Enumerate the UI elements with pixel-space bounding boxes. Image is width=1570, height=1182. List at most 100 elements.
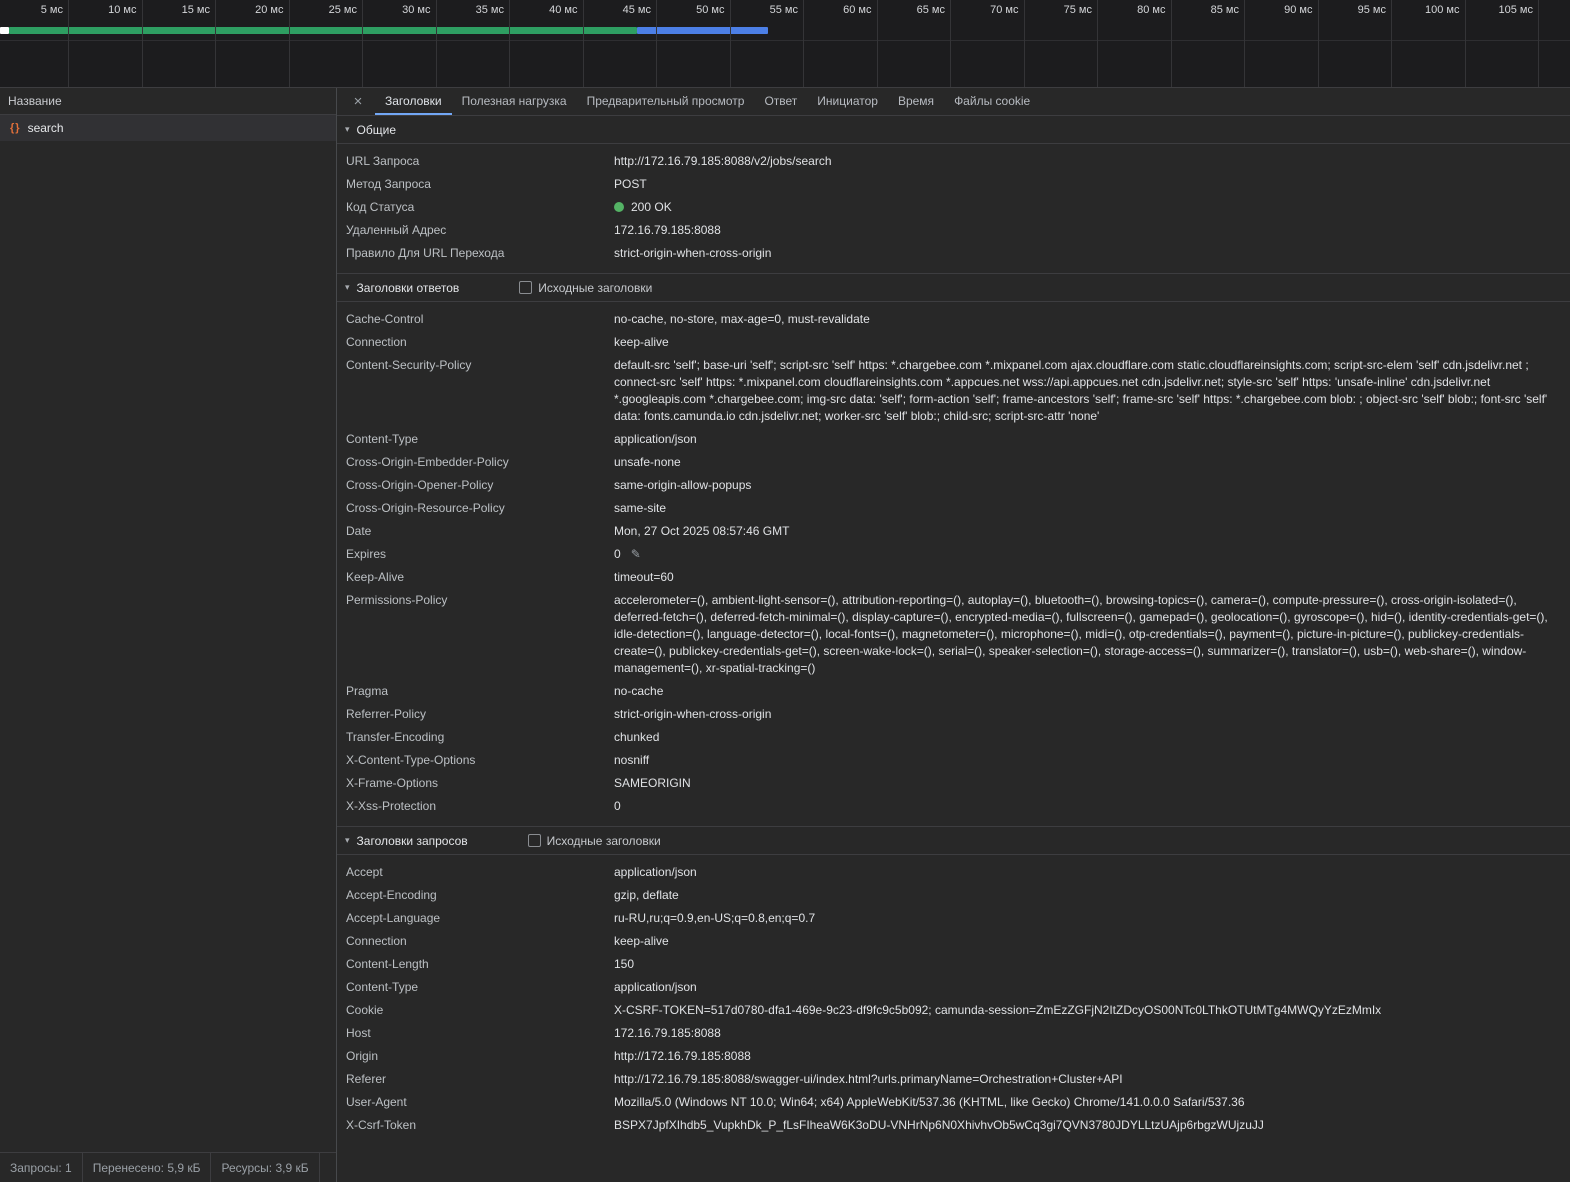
timeline-tick-label: 35 мс [476,4,509,16]
timeline-gridline [1465,0,1466,87]
disclosure-triangle-icon[interactable]: ▾ [345,124,350,135]
timeline-tick-label: 90 мс [1284,4,1317,16]
section-title: Заголовки запросов [357,834,468,848]
header-row: Cross-Origin-Resource-Policysame-site [337,497,1570,520]
timeline-gridline [1171,0,1172,87]
header-name: Content-Security-Policy [337,357,614,425]
tab-Заголовки[interactable]: Заголовки [375,88,452,115]
header-value: keep-alive [614,334,1570,351]
header-row: Cross-Origin-Opener-Policysame-origin-al… [337,474,1570,497]
header-row: Referrer-Policystrict-origin-when-cross-… [337,703,1570,726]
header-value: application/json [614,979,1570,996]
tab-Полезная нагрузка[interactable]: Полезная нагрузка [452,88,577,115]
detail-tabs: ЗаголовкиПолезная нагрузкаПредварительны… [375,88,1040,115]
detail-tabbar: × ЗаголовкиПолезная нагрузкаПредваритель… [337,88,1570,116]
waterfall-bar [0,27,1570,34]
header-row: X-Frame-OptionsSAMEORIGIN [337,772,1570,795]
raw-headers-label[interactable]: Исходные заголовки [547,834,661,848]
header-value: same-origin-allow-popups [614,477,1570,494]
header-value: application/json [614,864,1570,881]
timeline-tick-label: 85 мс [1211,4,1244,16]
timeline-gridline [803,0,804,87]
timeline-tick-label: 30 мс [402,4,435,16]
name-column-header[interactable]: Название [0,88,336,115]
header-value: SAMEORIGIN [614,775,1570,792]
header-name: Permissions-Policy [337,592,614,677]
header-value: 200 OK [614,199,1570,216]
timeline-tick-label: 80 мс [1137,4,1170,16]
timeline-gridline [1244,0,1245,87]
header-row: Connectionkeep-alive [337,331,1570,354]
disclosure-triangle-icon[interactable]: ▾ [345,835,350,846]
network-overview-timeline[interactable]: 5 мс10 мс15 мс20 мс25 мс30 мс35 мс40 мс4… [0,0,1570,88]
request-row[interactable]: {}search [0,115,336,141]
header-row: Content-Typeapplication/json [337,428,1570,451]
header-row: Код Статуса200 OK [337,196,1570,219]
edit-pencil-icon[interactable]: ✎ [631,547,641,561]
header-name: Transfer-Encoding [337,729,614,746]
header-value: http://172.16.79.185:8088/swagger-ui/ind… [614,1071,1570,1088]
tab-Ответ[interactable]: Ответ [754,88,807,115]
header-row: Cross-Origin-Embedder-Policyunsafe-none [337,451,1570,474]
tab-Время[interactable]: Время [888,88,944,115]
tab-Инициатор[interactable]: Инициатор [807,88,888,115]
timeline-gridline [656,0,657,87]
header-value: Mon, 27 Oct 2025 08:57:46 GMT [614,523,1570,540]
header-name: User-Agent [337,1094,614,1111]
timeline-tick-label: 65 мс [917,4,950,16]
header-name: Accept-Encoding [337,887,614,904]
section-header: ▾ Общие [337,116,1570,144]
status-ok-dot-icon [614,202,624,212]
raw-headers-label[interactable]: Исходные заголовки [538,281,652,295]
tab-Предварительный просмотр[interactable]: Предварительный просмотр [577,88,755,115]
header-value: keep-alive [614,933,1570,950]
timeline-gridline [436,0,437,87]
header-row: Метод ЗапросаPOST [337,173,1570,196]
tab-Файлы cookie[interactable]: Файлы cookie [944,88,1040,115]
request-list-pane: Название {}search Запросы: 1Перенесено: … [0,88,337,1182]
header-row: Content-Security-Policydefault-src 'self… [337,354,1570,428]
section-title: Заголовки ответов [357,281,460,295]
header-row: DateMon, 27 Oct 2025 08:57:46 GMT [337,520,1570,543]
header-row: Acceptapplication/json [337,861,1570,884]
header-name: Accept-Language [337,910,614,927]
header-row: Cache-Controlno-cache, no-store, max-age… [337,308,1570,331]
header-name: Date [337,523,614,540]
header-row: Refererhttp://172.16.79.185:8088/swagger… [337,1068,1570,1091]
header-row: URL Запросаhttp://172.16.79.185:8088/v2/… [337,150,1570,173]
section-header: ▾ Заголовки запросов Исходные заголовки [337,827,1570,855]
header-name: Expires [337,546,614,563]
timeline-gridline [289,0,290,87]
header-name: Referrer-Policy [337,706,614,723]
section-title: Общие [357,123,396,137]
header-name: Cross-Origin-Embedder-Policy [337,454,614,471]
headers-section: ▾ Заголовки ответов Исходные заголовки Cach… [337,273,1570,826]
header-name: Код Статуса [337,199,614,216]
header-value: http://172.16.79.185:8088/v2/jobs/search [614,153,1570,170]
summary-item-2: Ресурсы: 3,9 кБ [211,1153,319,1182]
close-icon[interactable]: × [345,88,371,115]
header-name: Cross-Origin-Resource-Policy [337,500,614,517]
header-name: Content-Type [337,431,614,448]
header-value: unsafe-none [614,454,1570,471]
header-name: Keep-Alive [337,569,614,586]
header-name: Connection [337,933,614,950]
header-value: ru-RU,ru;q=0.9,en-US;q=0.8,en;q=0.7 [614,910,1570,927]
header-row: X-Xss-Protection0 [337,795,1570,818]
header-value: http://172.16.79.185:8088 [614,1048,1570,1065]
header-value: no-cache, no-store, max-age=0, must-reva… [614,311,1570,328]
timeline-tick-label: 70 мс [990,4,1023,16]
disclosure-triangle-icon[interactable]: ▾ [345,282,350,293]
header-value: 0 [614,798,1570,815]
header-row: Host172.16.79.185:8088 [337,1022,1570,1045]
header-name: Connection [337,334,614,351]
timeline-tick-label: 5 мс [41,4,68,16]
header-row: Content-Typeapplication/json [337,976,1570,999]
timeline-tick-label: 40 мс [549,4,582,16]
timeline-gridline [583,0,584,87]
header-value: strict-origin-when-cross-origin [614,245,1570,262]
header-row: User-AgentMozilla/5.0 (Windows NT 10.0; … [337,1091,1570,1114]
header-row: CookieX-CSRF-TOKEN=517d0780-dfa1-469e-9c… [337,999,1570,1022]
raw-headers-checkbox[interactable] [528,834,541,847]
raw-headers-checkbox[interactable] [519,281,532,294]
